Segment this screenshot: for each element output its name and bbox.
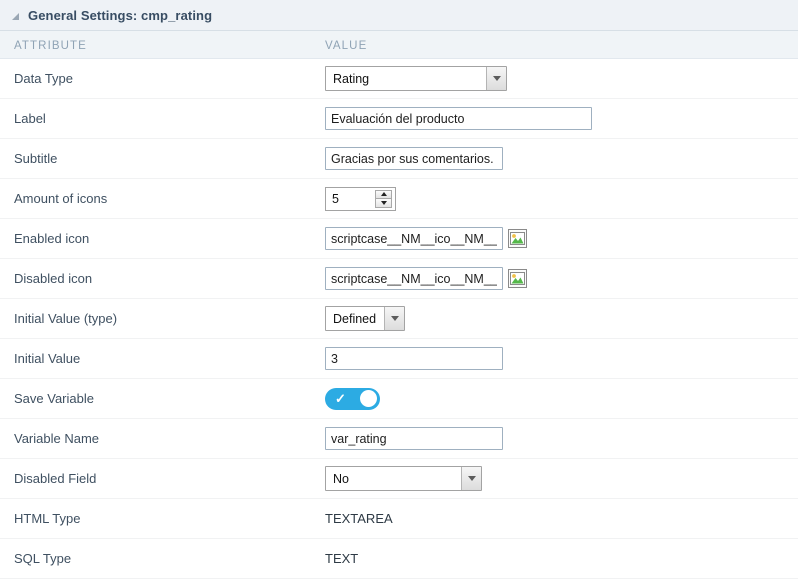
save-variable-toggle[interactable]: ✓ [325,388,380,410]
image-glyph [510,232,525,245]
row-value-label [325,107,798,130]
row-value-disabled-icon [325,267,798,290]
variable-name-input[interactable] [325,427,503,450]
row-label-initial-value-type: Initial Value (type) [0,311,325,326]
table-row: Initial Value [0,339,798,379]
row-label-enabled-icon: Enabled icon [0,231,325,246]
table-row: Disabled icon [0,259,798,299]
data-type-select[interactable]: Rating [325,66,507,91]
row-label-subtitle: Subtitle [0,151,325,166]
row-label-initial-value: Initial Value [0,351,325,366]
table-row: Subtitle [0,139,798,179]
image-picker-icon[interactable] [508,229,527,248]
check-icon: ✓ [335,392,346,405]
amount-of-icons-stepper[interactable]: 5 [325,187,396,211]
amount-of-icons-value[interactable]: 5 [326,188,375,210]
row-value-data-type: Rating [325,66,798,91]
initial-value-type-select[interactable]: Defined [325,306,405,331]
row-value-initial-value-type: Defined [325,306,798,331]
chevron-down-icon[interactable] [486,67,506,90]
table-row: SQL Type TEXT [0,539,798,579]
column-header-attribute: ATTRIBUTE [14,40,87,52]
stepper-buttons[interactable] [375,190,392,208]
initial-value-input[interactable] [325,347,503,370]
enabled-icon-input[interactable] [325,227,503,250]
row-value-subtitle [325,147,798,170]
row-label-disabled-icon: Disabled icon [0,271,325,286]
row-value-variable-name [325,427,798,450]
disabled-field-select-value: No [326,472,461,486]
table-column-header: ATTRIBUTE VALUE [0,31,798,59]
html-type-value: TEXTAREA [325,511,393,526]
chevron-down-icon[interactable] [384,307,404,330]
row-label-variable-name: Variable Name [0,431,325,446]
panel-header[interactable]: General Settings: cmp_rating [0,0,798,31]
row-value-enabled-icon [325,227,798,250]
row-value-amount-of-icons: 5 [325,187,798,211]
row-value-save-variable: ✓ [325,388,798,410]
row-label-amount-of-icons: Amount of icons [0,191,325,206]
image-picker-icon[interactable] [508,269,527,288]
column-header-value: VALUE [325,40,367,52]
column-header-value-cell: VALUE [325,37,367,52]
image-glyph [510,272,525,285]
row-label-label: Label [0,111,325,126]
column-header-attribute-cell: ATTRIBUTE [0,37,325,52]
data-type-select-value: Rating [326,72,486,86]
row-label-html-type: HTML Type [0,511,325,526]
table-row: Data Type Rating [0,59,798,99]
row-label-save-variable: Save Variable [0,391,325,406]
row-label-disabled-field: Disabled Field [0,471,325,486]
stepper-up-icon[interactable] [375,190,392,199]
row-value-disabled-field: No [325,466,798,491]
table-row: Amount of icons 5 [0,179,798,219]
toggle-knob[interactable] [360,390,377,407]
stepper-down-icon[interactable] [375,198,392,208]
row-value-initial-value [325,347,798,370]
table-row: Label [0,99,798,139]
table-row: HTML Type TEXTAREA [0,499,798,539]
disabled-field-select[interactable]: No [325,466,482,491]
table-row: Save Variable ✓ [0,379,798,419]
table-row: Enabled icon [0,219,798,259]
label-input[interactable] [325,107,592,130]
triangle-collapse-icon[interactable] [12,13,19,20]
disabled-icon-input[interactable] [325,267,503,290]
table-row: Initial Value (type) Defined [0,299,798,339]
table-row: Disabled Field No [0,459,798,499]
subtitle-input[interactable] [325,147,503,170]
initial-value-type-select-value: Defined [326,312,384,326]
row-label-data-type: Data Type [0,71,325,86]
panel-title: General Settings: cmp_rating [28,8,212,23]
chevron-down-icon[interactable] [461,467,481,490]
general-settings-panel: General Settings: cmp_rating ATTRIBUTE V… [0,0,798,564]
table-row: Variable Name [0,419,798,459]
row-value-html-type: TEXTAREA [325,511,798,526]
